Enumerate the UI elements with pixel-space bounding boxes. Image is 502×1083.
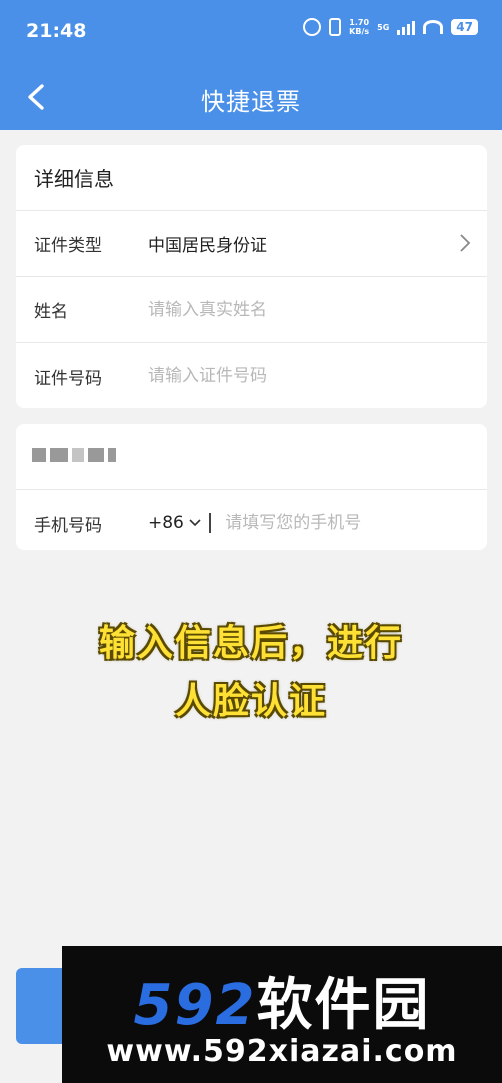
- phone-row: 手机号码 +86: [16, 490, 487, 556]
- name-label: 姓名: [34, 302, 68, 322]
- network-type: 5G: [377, 22, 390, 32]
- watermark-text: 软件园: [256, 973, 431, 1038]
- vibrate-icon: [329, 18, 342, 36]
- divider: [209, 513, 212, 533]
- watermark-number: 592: [133, 973, 257, 1038]
- caption-line-1: 输入信息后，进行: [98, 623, 403, 664]
- page-title: 快捷退票: [201, 88, 301, 116]
- details-section-header: 详细信息: [16, 145, 487, 211]
- country-code-select[interactable]: +86: [148, 513, 201, 533]
- nav-bar: 快捷退票: [0, 64, 502, 130]
- watermark-url: www.592xiazai.com: [106, 1034, 458, 1069]
- pixelated-text: [32, 444, 128, 466]
- id-number-label: 证件号码: [34, 368, 102, 389]
- chevron-down-icon: [189, 519, 201, 527]
- status-bar: 21:48 1.70 KB/s 5G 47: [0, 0, 502, 64]
- details-card: 详细信息 证件类型 中国居民身份证 姓名 证件号码: [16, 145, 487, 408]
- name-input[interactable]: [148, 299, 408, 320]
- id-number-input[interactable]: [148, 366, 408, 386]
- phone-input[interactable]: [225, 513, 426, 533]
- chevron-right-icon: [460, 234, 471, 252]
- status-time: 21:48: [26, 20, 87, 42]
- network-speed: 1.70 KB/s: [349, 18, 370, 36]
- alarm-icon: [303, 18, 322, 36]
- signal-icon: [397, 19, 416, 35]
- section-title: 详细信息: [34, 167, 114, 191]
- id-type-label: 证件类型: [34, 236, 102, 256]
- id-type-value: 中国居民身份证: [148, 236, 267, 256]
- phone-label: 手机号码: [34, 515, 102, 536]
- watermark: 592软件园 www.592xiazai.com: [62, 946, 502, 1083]
- country-code-value: +86: [148, 513, 184, 533]
- battery-icon: 47: [451, 19, 478, 35]
- wifi-icon: [423, 20, 444, 34]
- watermark-logo: 592软件园: [62, 960, 502, 1041]
- phone-card: 手机号码 +86: [16, 424, 487, 550]
- status-icons: 1.70 KB/s 5G 47: [303, 18, 478, 36]
- id-type-row[interactable]: 证件类型 中国居民身份证: [16, 211, 487, 277]
- caption-line-2: 人脸认证: [174, 681, 327, 722]
- id-number-row: 证件号码: [16, 343, 487, 409]
- name-row: 姓名: [16, 277, 487, 343]
